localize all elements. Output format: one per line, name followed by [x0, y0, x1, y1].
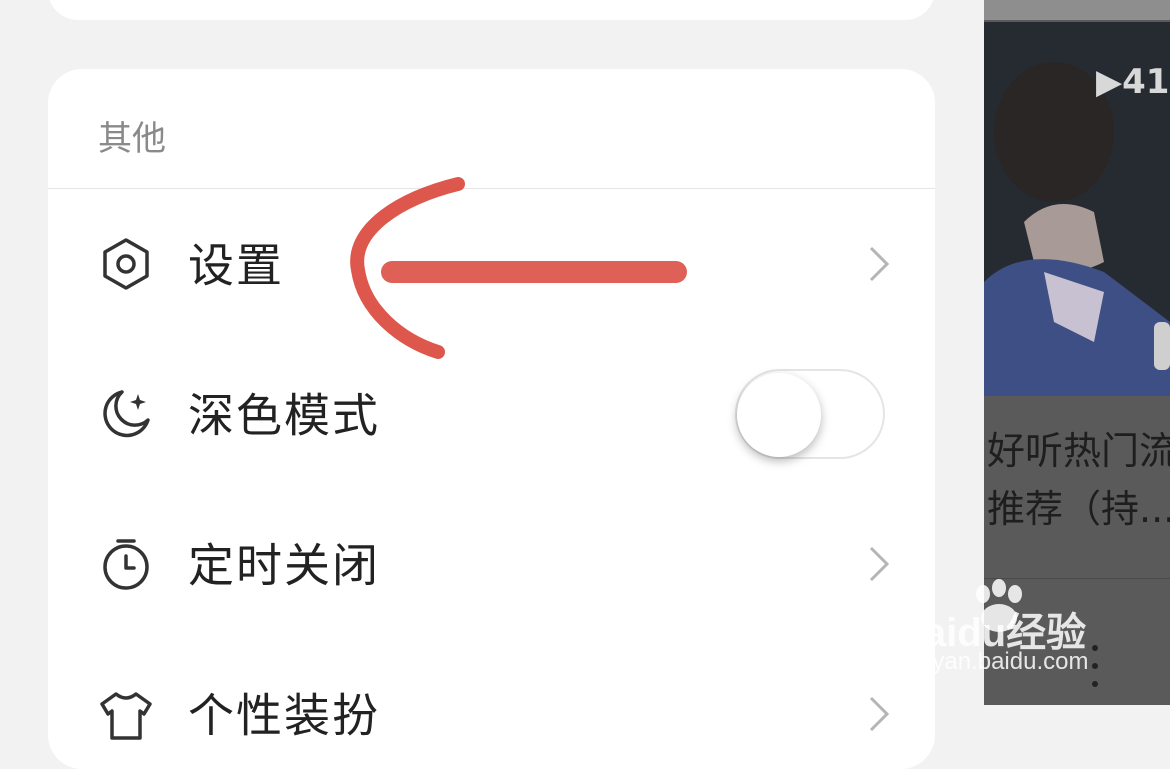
- baidu-watermark: Baidu经验 jingyan.baidu.com: [895, 578, 1170, 688]
- chevron-right-icon: [869, 696, 890, 732]
- menu-item-dark-mode: 深色模式: [48, 339, 935, 489]
- playlist-thumbnail: ▶417: [984, 22, 1170, 396]
- dark-mode-toggle[interactable]: [735, 369, 885, 459]
- dark-mode-label: 深色模式: [188, 388, 380, 443]
- play-count: ▶417: [1096, 62, 1170, 102]
- menu-item-settings[interactable]: 设置: [48, 189, 935, 339]
- previous-section-card: [48, 0, 935, 20]
- chevron-right-icon: [869, 246, 890, 282]
- menu-item-sleep-timer[interactable]: 定时关闭: [48, 489, 935, 639]
- menu-item-skin[interactable]: 个性装扮: [48, 639, 935, 769]
- playlist-title-line1: 好听热门流: [987, 429, 1170, 473]
- moon-stars-icon: [103, 390, 150, 438]
- settings-label: 设置: [188, 238, 284, 293]
- tshirt-icon: [100, 692, 152, 740]
- settings-hexagon-icon: [103, 238, 149, 290]
- chevron-right-icon: [869, 546, 890, 582]
- toggle-knob: [737, 373, 821, 457]
- panel-top-strip: [984, 0, 1170, 20]
- skin-label: 个性装扮: [188, 688, 380, 743]
- timer-icon: [103, 539, 149, 590]
- watermark-url: jingyan.baidu.com: [895, 648, 1089, 675]
- section-title: 其他: [98, 119, 166, 159]
- other-section-card: 其他 设置 深色模式 定时关闭 个性装扮: [48, 69, 935, 769]
- sleep-timer-label: 定时关闭: [188, 538, 380, 593]
- playlist-title-line2: 推荐（持...: [987, 487, 1170, 531]
